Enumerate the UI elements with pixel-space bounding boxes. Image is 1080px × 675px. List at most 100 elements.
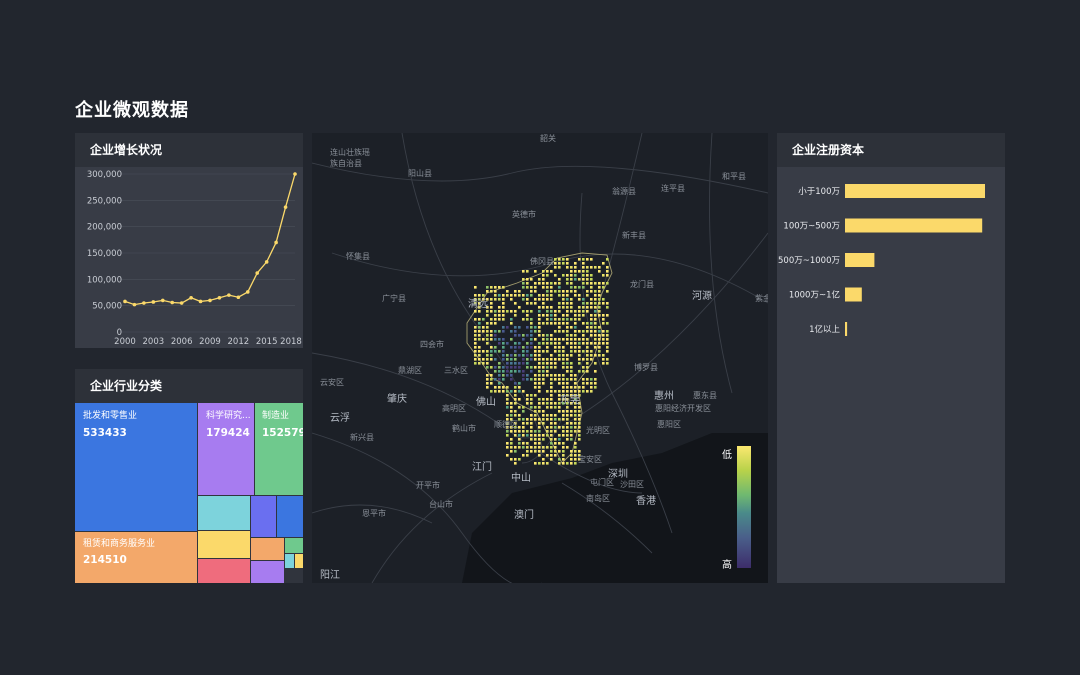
y-tick-label: 150,000 xyxy=(87,249,122,259)
heatmap-cell xyxy=(534,462,537,465)
heatmap-cell xyxy=(546,414,549,417)
heatmap-cell xyxy=(494,350,497,353)
growth-data-point[interactable] xyxy=(132,302,137,307)
heatmap-cell xyxy=(586,266,589,269)
heatmap-cell xyxy=(542,338,545,341)
heatmap-cell xyxy=(590,354,593,357)
heatmap-cell xyxy=(502,342,505,345)
growth-data-point[interactable] xyxy=(189,295,193,300)
treemap-cell-manufacturing[interactable]: 制造业 152579 xyxy=(255,403,303,495)
heatmap-cell xyxy=(590,358,593,361)
heatmap-cell xyxy=(514,334,517,337)
growth-data-point[interactable] xyxy=(151,300,156,304)
growth-data-point[interactable] xyxy=(274,240,278,245)
heatmap-cell xyxy=(546,298,549,301)
map-place-label: 韶关 xyxy=(540,134,556,143)
heatmap-cell xyxy=(578,434,581,437)
treemap-minor-cell[interactable] xyxy=(251,561,284,583)
growth-data-point[interactable] xyxy=(208,298,212,303)
growth-data-point[interactable] xyxy=(160,298,165,303)
growth-data-point[interactable] xyxy=(179,301,184,305)
heatmap-cell xyxy=(542,322,545,325)
heatmap-cell xyxy=(474,330,477,333)
growth-data-point[interactable] xyxy=(283,205,288,209)
growth-data-point[interactable] xyxy=(236,295,241,300)
heatmap-cell xyxy=(514,414,517,417)
heatmap-cell xyxy=(506,386,509,389)
treemap-minor-cell[interactable] xyxy=(277,496,303,537)
growth-data-point[interactable] xyxy=(217,295,222,300)
heatmap-cell xyxy=(578,362,581,365)
heatmap-cell xyxy=(530,326,533,329)
map-place-label: 阳江 xyxy=(320,570,340,581)
heatmap-cell xyxy=(514,346,517,349)
heatmap-cell xyxy=(570,354,573,357)
treemap-cell-value: 533433 xyxy=(83,427,127,439)
capital-bar[interactable] xyxy=(845,287,862,302)
treemap-minor-cell[interactable] xyxy=(251,538,284,560)
heatmap-cell xyxy=(566,414,569,417)
heatmap-cell xyxy=(526,278,529,281)
treemap-minor-cell[interactable] xyxy=(295,554,303,568)
treemap-cell-leasing-business[interactable]: 租赁和商务服务业 214510 xyxy=(75,532,197,583)
treemap-minor-cell[interactable] xyxy=(285,554,294,568)
heatmap-cell xyxy=(546,426,549,429)
heatmap-cell xyxy=(550,446,553,449)
growth-data-point[interactable] xyxy=(293,172,297,176)
heatmap-cell xyxy=(546,290,549,293)
treemap-minor-cell[interactable] xyxy=(285,538,303,553)
map-place-label: 肇庆 xyxy=(387,394,407,405)
heatmap-cell xyxy=(598,338,601,341)
heatmap-cell xyxy=(530,378,533,381)
heatmap-cell xyxy=(550,358,553,361)
growth-data-point[interactable] xyxy=(245,290,250,294)
treemap-minor-cell[interactable] xyxy=(198,559,250,583)
map-panel[interactable]: 连山壮族瑶族自治县 阳山县 英德市 翁源县 连平县 和平县 怀集县 佛冈县 新丰县 广宁县 清远 龙门… xyxy=(312,133,768,583)
treemap-minor-cell[interactable] xyxy=(198,531,250,558)
growth-data-point[interactable] xyxy=(170,300,175,305)
treemap-cell-wholesale-retail[interactable]: 批发和零售业 533433 xyxy=(75,403,197,531)
heatmap-cell xyxy=(570,350,573,353)
heatmap-cell xyxy=(582,302,585,305)
treemap-minor-cell[interactable] xyxy=(251,496,276,537)
heatmap-cell xyxy=(590,350,593,353)
heatmap-cell xyxy=(490,306,493,309)
heatmap-cell xyxy=(558,330,561,333)
heatmap-cell xyxy=(602,286,605,289)
heatmap-cell xyxy=(522,422,525,425)
growth-data-point[interactable] xyxy=(255,271,260,275)
heatmap-cell xyxy=(586,258,589,261)
heatmap-cell xyxy=(602,334,605,337)
treemap-minor-cell[interactable] xyxy=(198,496,250,530)
heatmap-cell xyxy=(602,302,605,305)
heatmap-cell xyxy=(562,258,565,261)
heatmap-cell xyxy=(598,314,601,317)
heatmap-cell xyxy=(490,354,493,357)
heatmap-cell xyxy=(538,342,541,345)
heatmap-cell xyxy=(534,374,537,377)
treemap-cell-research[interactable]: 科学研究... 179424 xyxy=(198,403,254,495)
heatmap-cell xyxy=(570,410,573,413)
growth-data-point[interactable] xyxy=(123,299,127,304)
heatmap-cell xyxy=(530,322,533,325)
heatmap-cell xyxy=(550,418,553,421)
capital-bar[interactable] xyxy=(845,322,848,336)
heatmap-cell xyxy=(506,394,509,397)
growth-data-point[interactable] xyxy=(264,260,269,264)
heatmap-cell xyxy=(586,354,589,357)
heatmap-cell xyxy=(502,358,505,361)
heatmap-cell xyxy=(522,454,525,457)
heatmap-cell xyxy=(574,310,577,313)
heatmap-cell xyxy=(562,338,565,341)
capital-bar[interactable] xyxy=(845,184,985,198)
heatmap-cell xyxy=(606,330,609,333)
growth-data-point[interactable] xyxy=(198,299,203,304)
heatmap-cell xyxy=(578,298,581,301)
capital-bar[interactable] xyxy=(845,253,875,267)
growth-data-point[interactable] xyxy=(142,301,146,305)
growth-data-point[interactable] xyxy=(227,293,231,297)
heatmap-cell xyxy=(602,354,605,357)
capital-bar[interactable] xyxy=(845,218,983,233)
heatmap-cell xyxy=(570,266,573,269)
heatmap-cell xyxy=(482,326,485,329)
